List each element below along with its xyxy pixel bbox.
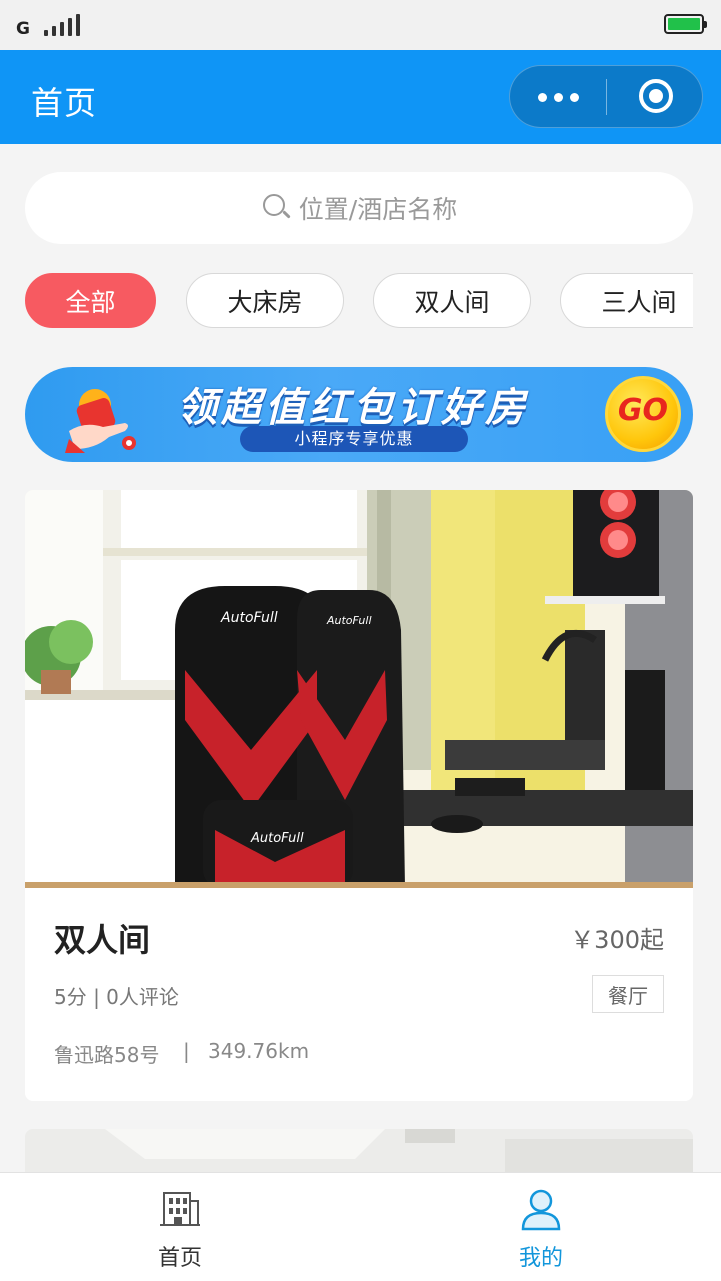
room-price: ￥300起 — [570, 926, 664, 954]
address-separator: | — [183, 1039, 190, 1063]
more-icon[interactable] — [510, 66, 606, 127]
red-envelope-hand-icon — [65, 389, 136, 453]
hotel-listing-card[interactable]: AutoFull AutoFull AutoFull 双人间 ￥300起 5分 … — [25, 490, 693, 1101]
svg-text:AutoFull: AutoFull — [250, 831, 304, 846]
tab-home-label: 首页 — [157, 1246, 202, 1271]
search-placeholder: 位置/酒店名称 — [298, 195, 458, 224]
battery-icon — [664, 14, 707, 34]
rating-summary: 5分 | 0人评论 — [54, 985, 179, 1009]
tag-king-room[interactable]: 大床房 — [186, 273, 344, 328]
promo-banner[interactable]: 领超值红包订好房 小程序专享优惠 GO — [25, 367, 693, 462]
mini-program-capsule — [509, 65, 703, 128]
tag-triple-room[interactable]: 三人间 — [560, 273, 693, 328]
tab-mine-label: 我的 — [518, 1246, 563, 1271]
network-type: G — [16, 19, 30, 39]
tag-twin-room[interactable]: 双人间 — [373, 273, 531, 328]
tag-all[interactable]: 全部 — [25, 273, 156, 328]
banner-title: 领超值红包订好房 — [177, 385, 529, 431]
nav-bar: 首页 — [0, 50, 721, 144]
search-icon — [261, 192, 291, 224]
facility-badge: 餐厅 — [592, 975, 664, 1013]
svg-text:AutoFull: AutoFull — [220, 610, 278, 626]
user-icon — [521, 1189, 561, 1231]
go-label: GO — [617, 393, 669, 428]
hotel-distance: 349.76km — [208, 1039, 310, 1063]
room-name: 双人间 — [54, 921, 151, 959]
building-icon — [160, 1192, 200, 1226]
status-bar: G — [0, 0, 721, 50]
tab-bar: 首页 我的 — [0, 1172, 721, 1281]
room-photo: AutoFull AutoFull AutoFull — [25, 490, 693, 888]
tab-home[interactable]: 首页 — [0, 1173, 360, 1281]
hotel-address: 鲁迅路58号 — [54, 1043, 160, 1067]
page-title: 首页 — [31, 84, 98, 122]
room-type-filter: 全部 大床房 双人间 三人间 — [25, 273, 693, 329]
close-target-icon[interactable] — [607, 66, 703, 127]
svg-text:AutoFull: AutoFull — [326, 614, 372, 627]
signal-icon — [44, 14, 84, 36]
tab-mine[interactable]: 我的 — [361, 1173, 721, 1281]
search-bar[interactable]: 位置/酒店名称 — [25, 172, 693, 244]
banner-subtitle: 小程序专享优惠 — [294, 429, 414, 448]
